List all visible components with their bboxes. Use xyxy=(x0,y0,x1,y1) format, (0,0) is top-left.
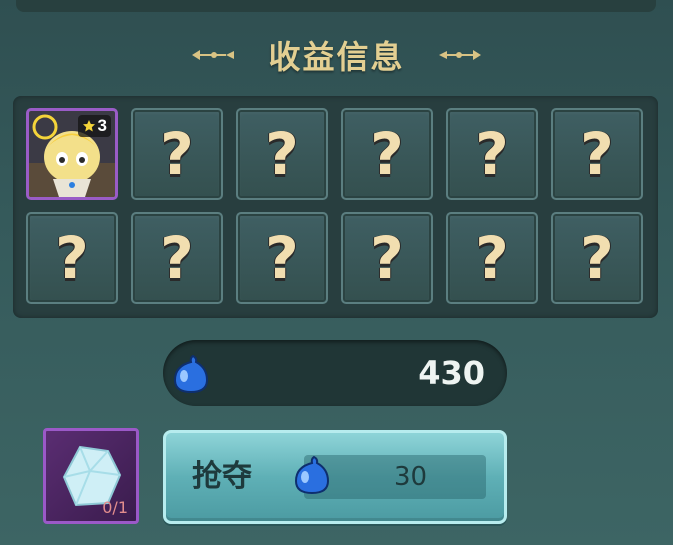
star-count: 3 xyxy=(97,116,107,135)
reward-grid-panel: 3 ? ? ? ? ? ? ? ? ? ? ? xyxy=(13,96,658,318)
question-mark-icon: ? xyxy=(160,224,194,292)
item-count: 0/1 xyxy=(102,498,128,517)
section-title: 收益信息 xyxy=(268,38,405,76)
reward-slot-hidden[interactable]: ? xyxy=(131,108,223,200)
right-ornament-icon xyxy=(438,50,481,60)
star-icon xyxy=(82,120,95,132)
question-mark-icon: ? xyxy=(160,120,194,188)
question-mark-icon: ? xyxy=(370,120,404,188)
section-header: 收益信息 xyxy=(0,30,673,80)
question-mark-icon: ? xyxy=(265,224,299,292)
reward-slot-hidden[interactable]: ? xyxy=(341,108,433,200)
reward-slot-hidden[interactable]: ? xyxy=(236,212,328,304)
water-drop-icon xyxy=(294,455,330,495)
reward-slot-hidden[interactable]: ? xyxy=(236,108,328,200)
question-mark-icon: ? xyxy=(580,224,614,292)
reward-slot-hidden[interactable]: ? xyxy=(551,108,643,200)
reward-slot-hero-card[interactable]: 3 xyxy=(26,108,118,200)
crystal-item-slot[interactable]: 0/1 xyxy=(43,428,139,524)
question-mark-icon: ? xyxy=(55,224,89,292)
reward-slot-hidden[interactable]: ? xyxy=(26,212,118,304)
resource-value: 430 xyxy=(418,354,485,392)
left-ornament-icon xyxy=(192,50,235,60)
question-mark-icon: ? xyxy=(265,120,299,188)
top-panel-edge xyxy=(16,0,656,12)
reward-slot-hidden[interactable]: ? xyxy=(131,212,223,304)
question-mark-icon: ? xyxy=(475,224,509,292)
cost-value: 30 xyxy=(394,462,428,492)
reward-slot-hidden[interactable]: ? xyxy=(341,212,433,304)
star-badge: 3 xyxy=(77,115,111,137)
water-drop-icon xyxy=(173,354,209,394)
question-mark-icon: ? xyxy=(475,120,509,188)
reward-slot-hidden[interactable]: ? xyxy=(551,212,643,304)
question-mark-icon: ? xyxy=(370,224,404,292)
reward-slot-hidden[interactable]: ? xyxy=(446,212,538,304)
grab-button-label: 抢夺 xyxy=(192,459,252,494)
resource-bar: 430 xyxy=(163,340,507,406)
question-mark-icon: ? xyxy=(580,120,614,188)
reward-slot-hidden[interactable]: ? xyxy=(446,108,538,200)
grab-button[interactable]: 抢夺 30 xyxy=(163,430,507,524)
